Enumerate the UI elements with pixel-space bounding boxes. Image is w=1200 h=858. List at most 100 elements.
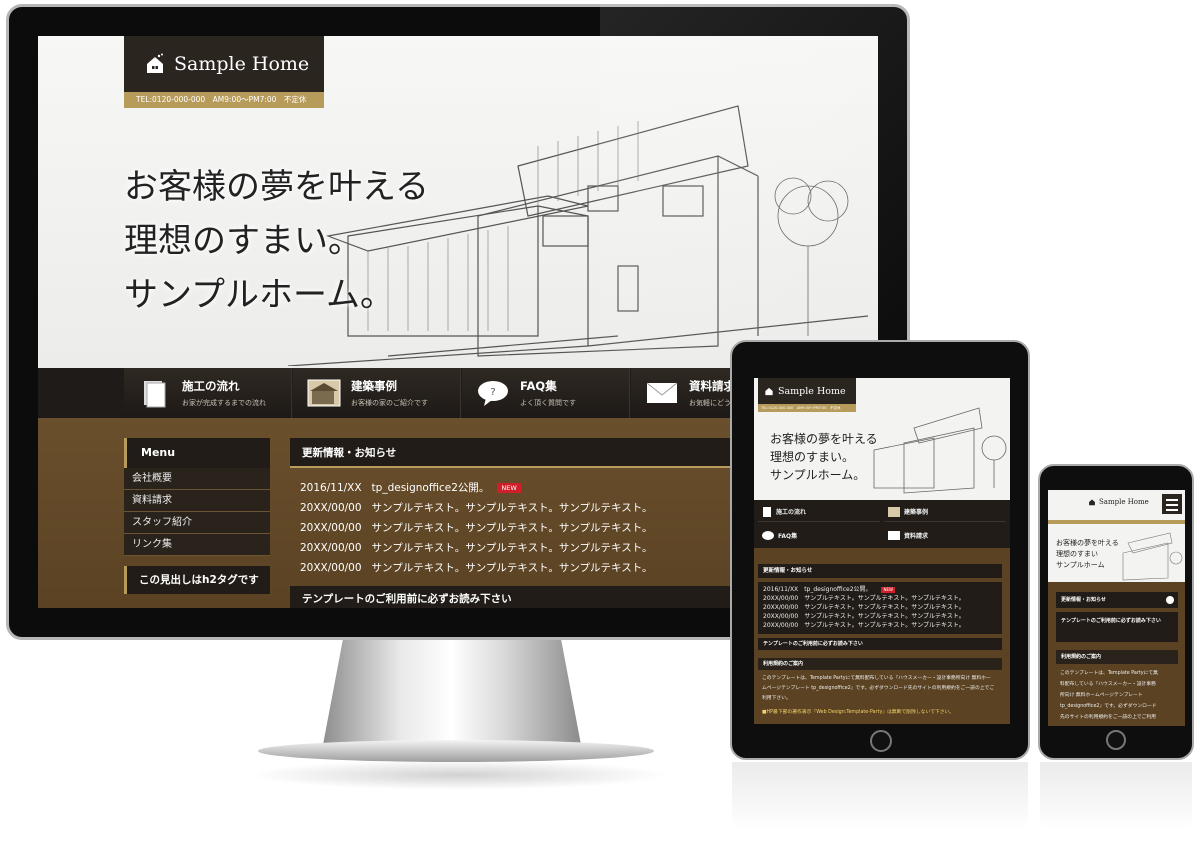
tablet-hero: Sample Home TEL:0120-000-000 AM9:00〜PM7:… [754,378,1010,500]
news-row[interactable]: 20XX/00/00 サンプルテキスト。サンプルテキスト。サンプルテキスト。 [763,612,997,621]
sidebar-item-request[interactable]: 資料請求 [124,490,270,512]
nav-item-faq[interactable]: ? FAQ集 よく頂く質問です [462,368,630,418]
news-text: サンプルテキスト。サンプルテキスト。サンプルテキスト。 [371,522,653,534]
sidebar-item-company[interactable]: 会社概要 [124,468,270,490]
phone-reflection [1040,762,1192,832]
nav-sub: お客様の家のご紹介です [351,399,428,407]
news-date: 20XX/00/00 [300,502,362,514]
question-bubble-icon [762,530,774,540]
news-row[interactable]: 20XX/00/00 サンプルテキスト。サンプルテキスト。サンプルテキスト。 [763,603,997,612]
catch-line: 理想のすまい。 [124,221,362,261]
news-row[interactable]: 20XX/00/00 サンプルテキスト。サンプルテキスト。サンプルテキスト。 [300,538,760,558]
hamburger-menu-button[interactable] [1162,494,1182,514]
news-heading[interactable]: 更新情報・お知らせ [1056,592,1178,608]
house-sketch-illustration [873,407,1007,494]
news-heading: 更新情報・お知らせ [758,564,1002,578]
hero-catchcopy: お客様の夢を叶える 理想のすまい サンプルホーム [1056,539,1119,569]
expand-icon [1166,596,1174,604]
house-logo-icon [147,53,163,73]
news-heading: 更新情報・お知らせ [290,438,770,468]
news-date: 20XX/00/00 [300,542,362,554]
monitor-stand-base [258,740,654,762]
phone-screen: Sample Home お客様の夢を叶える 理想のすまい サンプルホーム 更新情… [1048,490,1185,726]
news-row[interactable]: 20XX/00/00 サンプルテキスト。サンプルテキスト。サンプルテキスト。 [763,594,997,603]
news-row[interactable]: 2016/11/XX tp_designoffice2公開。 NEW [763,585,997,594]
house-photo-icon [307,379,341,407]
news-date: 20XX/00/00 [300,562,362,574]
tablet-reflection [732,762,1028,832]
hero-area: Sample Home TEL:0120-000-000 AM9:00〜PM7:… [38,36,878,368]
nav-title: 建築事例 [351,379,397,393]
question-bubble-icon: ? [478,381,508,406]
house-photo-icon [888,506,900,517]
catch-line: お客様の夢を叶える [124,167,429,207]
tablet-logo[interactable]: Sample Home [758,378,856,404]
site-logo[interactable]: Sample Home [124,36,324,92]
phone-home-button[interactable] [1106,730,1126,750]
notice-heading: テンプレートのご利用前に必ずお読み下さい [758,638,1002,650]
catch-line: サンプルホーム。 [770,468,866,482]
sidebar-item-staff[interactable]: スタッフ紹介 [124,512,270,534]
nav-item-flow[interactable]: 施工の流れ [758,502,880,522]
nav-title: 資料請求 [904,532,929,540]
terms-heading: 利用規約のご案内 [758,658,1002,670]
news-date: 2016/11/XX [300,482,362,494]
logo-text: Sample Home [1099,498,1149,506]
nav-item-faq[interactable]: FAQ集 [758,525,880,545]
tablet-home-button[interactable] [870,730,892,752]
hero-catchcopy: お客様の夢を叶える 理想のすまい。 サンプルホーム。 [124,160,429,322]
nav-sub: よく頂く質問です [520,399,576,407]
envelope-icon [646,382,678,403]
catch-line: 理想のすまい。 [770,450,855,464]
tablet-nav: 施工の流れ 建築事例 FAQ集 資料請求 [754,500,1010,548]
tel-bar: TEL:0120-000-000 AM9:00〜PM7:00 不定休 [758,404,856,412]
news-text: tp_designoffice2公開。 [371,482,490,494]
news-row[interactable]: 20XX/00/00 サンプルテキスト。サンプルテキスト。サンプルテキスト。 [300,518,760,538]
nav-item-request[interactable]: 資料請求 [884,525,1006,545]
monitor-stand-shadow [248,760,668,790]
news-text: サンプルテキスト。サンプルテキスト。サンプルテキスト。 [371,542,653,554]
notice-heading: テンプレートのご利用前に必ずお読み下さい [1056,612,1178,642]
news-list: 2016/11/XX tp_designoffice2公開。 NEW 20XX/… [758,582,1002,634]
phone-logo[interactable]: Sample Home [1088,498,1149,506]
catch-line: サンプルホーム。 [124,275,394,315]
nav-sub: お家が完成するまでの流れ [182,399,266,407]
nav-item-cases[interactable]: 建築事例 [884,502,1006,522]
nav-item-cases[interactable]: 建築事例 お客様の家のご紹介です [293,368,461,418]
terms-warning: ■HP最下部の著作表示『Web Design:Template-Party』は無… [762,710,955,715]
sidebar-heading: Menu [124,438,270,468]
nav-title: 施工の流れ [182,379,240,393]
house-logo-icon [1089,499,1095,506]
phone-hero: お客様の夢を叶える 理想のすまい サンプルホーム [1048,520,1185,582]
tablet-screen: Sample Home TEL:0120-000-000 AM9:00〜PM7:… [754,378,1010,724]
news-text: サンプルテキスト。サンプルテキスト。サンプルテキスト。 [371,502,653,514]
news-row[interactable]: 20XX/00/00 サンプルテキスト。サンプルテキスト。サンプルテキスト。 [300,498,760,518]
house-sketch-illustration [1122,532,1183,581]
envelope-icon [888,530,900,540]
tel-bar: TEL:0120-000-000 AM9:00〜PM7:00 不定休 [124,92,324,108]
news-row[interactable]: 2016/11/XX tp_designoffice2公開。 NEW [300,478,760,498]
news-text: サンプルテキスト。サンプルテキスト。サンプルテキスト。 [371,562,653,574]
logo-text: Sample Home [174,53,310,75]
nav-title: 施工の流れ [776,509,807,516]
terms-heading: 利用規約のご案内 [1056,650,1178,664]
document-stack-icon [144,381,166,408]
news-date: 20XX/00/00 [300,522,362,534]
sidebar-item-links[interactable]: リンク集 [124,534,270,556]
monitor-stand-neck [322,640,582,750]
sidebar-menu: Menu 会社概要 資料請求 スタッフ紹介 リンク集 この見出しはh2タグです [124,438,270,594]
document-stack-icon [763,506,771,517]
notice-heading: テンプレートのご利用前に必ずお読み下さい [290,586,770,608]
terms-body: このテンプレートは、Template Partyにて無料配布している『ハウスメー… [762,674,994,718]
nav-title: FAQ集 [778,532,798,540]
svg-text:?: ? [490,387,495,398]
news-row[interactable]: 20XX/00/00 サンプルテキスト。サンプルテキスト。サンプルテキスト。 [300,558,760,578]
sidebar-h2-heading: この見出しはh2タグです [124,566,270,594]
phone-header: Sample Home [1048,490,1185,520]
nav-item-flow[interactable]: 施工の流れ お家が完成するまでの流れ [124,368,292,418]
nav-title: 建築事例 [904,509,929,516]
news-row[interactable]: 20XX/00/00 サンプルテキスト。サンプルテキスト。サンプルテキスト。 [763,621,997,630]
news-list: 2016/11/XX tp_designoffice2公開。 NEW 20XX/00… [290,468,770,578]
news-section: 更新情報・お知らせ 2016/11/XX tp_designoffice2公開。 N… [290,438,770,578]
catch-line: お客様の夢を叶える [770,432,878,446]
